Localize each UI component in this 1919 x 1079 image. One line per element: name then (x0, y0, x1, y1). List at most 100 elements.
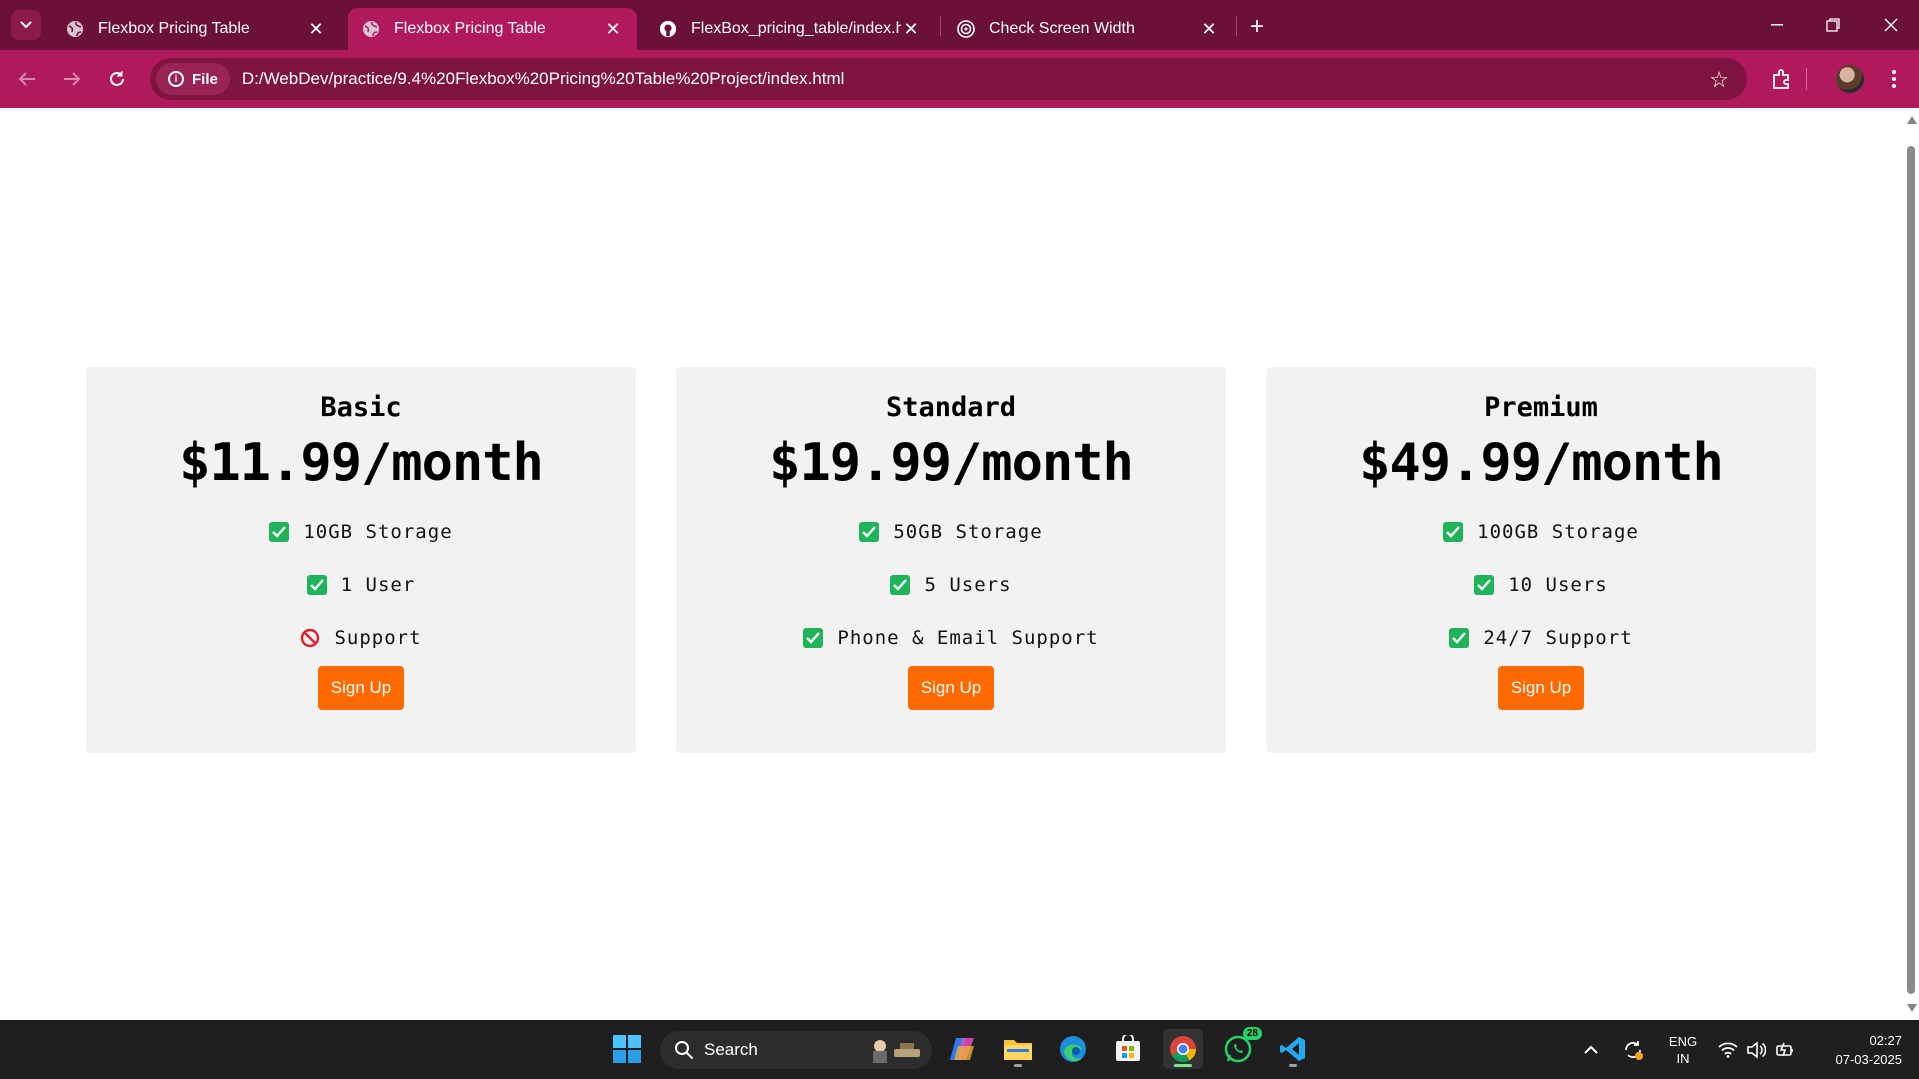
active-indicator (1174, 1064, 1192, 1067)
edge-icon (1060, 1036, 1086, 1062)
tab-title: Flexbox Pricing Table (394, 20, 546, 37)
feature-item: 100GB Storage (1443, 505, 1639, 558)
feature-item: 10 Users (1474, 558, 1608, 611)
system-clock[interactable]: 02:27 07-03-2025 (1816, 1031, 1903, 1069)
sign-up-button[interactable]: Sign Up (1497, 666, 1585, 710)
address-bar[interactable]: i File D:/WebDev/practice/9.4%20Flexbox%… (150, 58, 1747, 100)
whatsapp-app[interactable]: 28 (1218, 1027, 1262, 1069)
check-icon (1449, 627, 1470, 648)
start-button[interactable] (607, 1029, 647, 1069)
prohibited-icon (300, 628, 320, 648)
feature-item: 50GB Storage (859, 505, 1042, 558)
plan-card-standard: Standard $19.99/month 50GB Storage 5 Use… (676, 367, 1226, 753)
chrome-icon (1170, 1036, 1197, 1063)
tab-strip: Flexbox Pricing Table ✕ Flexbox Pricing … (0, 0, 1919, 50)
taskbar-search[interactable]: Search (660, 1031, 932, 1069)
plan-price: $49.99/month (1359, 433, 1724, 493)
github-icon (659, 20, 677, 38)
sync-status[interactable] (1622, 1020, 1644, 1079)
search-label: Search (704, 1040, 758, 1059)
plan-name: Basic (320, 392, 402, 423)
tab-4[interactable]: Check Screen Width ✕ (943, 8, 1233, 50)
extensions-icon[interactable] (1767, 64, 1797, 94)
forward-button[interactable] (55, 62, 89, 96)
profile-avatar[interactable] (1836, 65, 1864, 93)
feature-item: 10GB Storage (269, 505, 452, 558)
chrome-app[interactable] (1163, 1029, 1203, 1069)
tab-title: FlexBox_pricing_table/index.htm (691, 20, 901, 37)
check-icon (803, 627, 824, 648)
restore-icon (1826, 18, 1840, 32)
minimize-button[interactable] (1754, 8, 1800, 42)
battery-status[interactable] (1776, 1020, 1796, 1079)
browser-toolbar: i File D:/WebDev/practice/9.4%20Flexbox%… (0, 50, 1919, 108)
check-icon (269, 521, 290, 542)
volume-control[interactable] (1746, 1020, 1766, 1079)
plan-price: $11.99/month (179, 433, 544, 493)
reload-icon (110, 71, 124, 86)
site-info-chip[interactable]: i File (156, 63, 230, 95)
copilot-app[interactable] (943, 1029, 983, 1069)
wifi-icon (1718, 1042, 1738, 1058)
windows-logo-icon (613, 1035, 641, 1063)
back-button[interactable] (10, 62, 44, 96)
plan-name: Premium (1484, 392, 1598, 423)
chevron-down-icon (20, 21, 32, 29)
tab-1[interactable]: Flexbox Pricing Table ✕ (52, 8, 340, 50)
microsoft-store-app[interactable] (1108, 1029, 1148, 1069)
scroll-up-arrow[interactable] (1907, 116, 1917, 124)
store-icon (1116, 1035, 1140, 1061)
feature-item: Support (300, 611, 421, 664)
feature-text: 50GB Storage (893, 520, 1043, 543)
feature-list: 50GB Storage 5 Users Phone & Email Suppo… (803, 505, 1098, 664)
url-text[interactable]: D:/WebDev/practice/9.4%20Flexbox%20Prici… (242, 69, 845, 89)
plan-card-basic: Basic $11.99/month 10GB Storage 1 User S… (86, 367, 636, 753)
network-status[interactable] (1718, 1020, 1738, 1079)
minimize-icon (1771, 24, 1783, 26)
vertical-scrollbar[interactable] (1903, 108, 1919, 1020)
close-tab-icon[interactable]: ✕ (901, 19, 921, 39)
restore-button[interactable] (1810, 8, 1856, 42)
sign-up-button[interactable]: Sign Up (317, 666, 405, 710)
sign-up-button[interactable]: Sign Up (907, 666, 995, 710)
check-icon (890, 574, 911, 595)
tab-2[interactable]: Flexbox Pricing Table ✕ (348, 8, 637, 50)
file-explorer-app[interactable] (998, 1029, 1038, 1069)
pricing-table: Basic $11.99/month 10GB Storage 1 User S… (86, 367, 1816, 753)
close-tab-icon[interactable]: ✕ (306, 19, 326, 39)
check-icon (306, 574, 327, 595)
edge-app[interactable] (1053, 1029, 1093, 1069)
feature-text: 10 Users (1508, 573, 1608, 596)
search-highlight-icon (866, 1037, 922, 1063)
feature-text: 10GB Storage (303, 520, 453, 543)
show-hidden-icons[interactable] (1584, 1020, 1598, 1079)
tab-separator (1236, 16, 1237, 36)
tab-title: Flexbox Pricing Table (98, 20, 250, 37)
close-tab-icon[interactable]: ✕ (1199, 19, 1219, 39)
check-icon (1443, 521, 1464, 542)
plan-price: $19.99/month (769, 433, 1134, 493)
copilot-icon (950, 1038, 974, 1060)
windows-taskbar: Search 28 ENG IN 02:27 07-03-2025 (0, 1020, 1919, 1079)
more-menu-icon[interactable] (1879, 64, 1909, 94)
globe-icon (362, 20, 380, 38)
region-code: IN (1676, 1051, 1690, 1066)
arrow-left-icon (18, 72, 35, 86)
scroll-thumb[interactable] (1907, 146, 1915, 994)
input-language[interactable]: ENG IN (1665, 1033, 1701, 1067)
chevron-up-icon (1584, 1045, 1598, 1054)
reload-button[interactable] (100, 62, 134, 96)
scheme-label: File (192, 70, 218, 88)
close-window-button[interactable] (1868, 8, 1914, 42)
vscode-app[interactable] (1273, 1029, 1313, 1069)
plan-name: Standard (885, 392, 1017, 423)
tab-3[interactable]: FlexBox_pricing_table/index.htm ✕ (645, 8, 935, 50)
feature-item: 1 User (306, 558, 416, 611)
clock-time: 02:27 (1869, 1033, 1902, 1048)
tab-search-button[interactable] (11, 10, 41, 40)
bookmark-star-icon[interactable]: ☆ (1709, 67, 1729, 93)
scroll-down-arrow[interactable] (1907, 1004, 1917, 1012)
new-tab-button[interactable]: + (1243, 13, 1271, 41)
feature-list: 100GB Storage 10 Users 24/7 Support (1443, 505, 1639, 664)
close-tab-icon[interactable]: ✕ (603, 19, 623, 39)
